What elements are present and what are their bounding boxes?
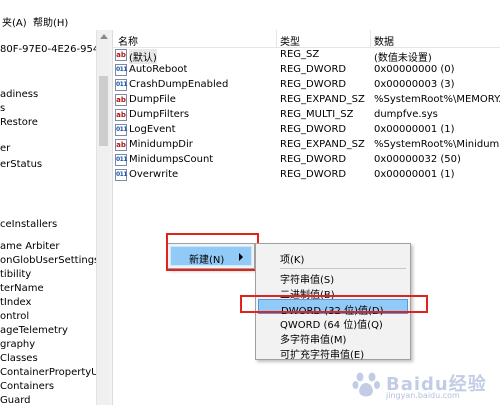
tree-item[interactable]: ContainerPropertyUp [0, 367, 96, 378]
tree-scrollbar[interactable] [96, 30, 110, 405]
value-name: MinidumpsCount [129, 154, 214, 165]
tree-item[interactable]: ceInstallers [0, 219, 57, 230]
baidu-paw-icon [352, 372, 380, 397]
tree-item[interactable]: er [0, 143, 10, 154]
value-row[interactable]: ab DumpFilters REG_MULTI_SZ dumpfve.sys [113, 108, 500, 123]
tree-item[interactable]: tIndex [0, 297, 31, 308]
column-header-type[interactable]: 类型 [280, 33, 300, 48]
value-name: CrashDumpEnabled [129, 79, 229, 90]
value-row[interactable]: 011 AutoReboot REG_DWORD 0x00000000 (0) [113, 63, 500, 78]
submenu-item-multi-string-value[interactable]: 多字符串值(M) [258, 329, 408, 346]
menu-favorites[interactable]: 夹(A) [2, 14, 27, 29]
string-value-icon: ab [115, 49, 127, 61]
scrollbar-thumb[interactable] [99, 76, 108, 146]
tree-item[interactable]: Restore [0, 117, 38, 128]
binary-value-icon: 011 [115, 154, 128, 166]
submenu-item-expandable-string-value[interactable]: 可扩充字符串值(E) [258, 344, 408, 361]
menu-help[interactable]: 帮助(H) [33, 14, 68, 29]
annotation-box [240, 295, 428, 313]
value-row[interactable]: ab DumpFile REG_EXPAND_SZ %SystemRoot%\M… [113, 93, 500, 108]
value-name: DumpFilters [129, 109, 190, 120]
value-type: REG_DWORD [280, 124, 347, 135]
tree-item[interactable]: ageTelemetry [0, 325, 68, 336]
binary-value-icon: 011 [115, 79, 128, 91]
value-type: REG_EXPAND_SZ [280, 139, 365, 150]
value-name: DumpFile [129, 94, 176, 105]
tree-item[interactable]: tibility [0, 269, 31, 280]
value-type: REG_EXPAND_SZ [280, 94, 365, 105]
value-row[interactable]: ab MinidumpDir REG_EXPAND_SZ %SystemRoot… [113, 138, 500, 153]
annotation-box [166, 233, 259, 271]
submenu-item-key[interactable]: 项(K) [258, 249, 408, 266]
column-divider[interactable] [370, 30, 371, 48]
value-data: 0x00000003 (3) [374, 79, 455, 90]
value-data: dumpfve.sys [374, 109, 438, 120]
value-data: 0x00000001 (1) [374, 169, 455, 180]
tree-item[interactable]: s [0, 103, 5, 114]
submenu-item-string-value[interactable]: 字符串值(S) [258, 269, 408, 286]
tree-item[interactable]: Classes [0, 353, 38, 364]
tree-item[interactable]: graphy [0, 339, 35, 350]
value-name: AutoReboot [129, 64, 188, 75]
column-divider[interactable] [276, 30, 277, 48]
scroll-up-arrow-icon[interactable] [100, 34, 108, 39]
binary-value-icon: 011 [115, 169, 128, 181]
value-type: REG_MULTI_SZ [280, 109, 354, 120]
tree-item[interactable]: onGlobUserSettings [0, 255, 96, 266]
value-data: 0x00000000 (0) [374, 64, 455, 75]
tree-item[interactable]: adiness [0, 89, 38, 100]
tree-item[interactable]: erStatus [0, 159, 42, 170]
value-data: 0x00000001 (1) [374, 124, 455, 135]
tree-item[interactable]: terName [0, 283, 44, 294]
submenu-item-label: 项(K) [280, 255, 305, 266]
value-type: REG_SZ [280, 49, 320, 60]
value-type: REG_DWORD [280, 79, 347, 90]
column-header-name[interactable]: 名称 [118, 33, 138, 48]
value-type: REG_DWORD [280, 169, 347, 180]
watermark-url: jingyan.baidu.com [386, 391, 460, 400]
value-name: Overwrite [129, 169, 179, 180]
menu-bar: 夹(A) 帮助(H) [0, 0, 500, 30]
value-data: %SystemRoot%\Minidump [374, 139, 500, 150]
tree-item[interactable]: ame Arbiter [0, 241, 59, 252]
list-header: 名称 类型 数据 [113, 30, 500, 48]
tree-item[interactable]: 80F-97E0-4E26-9543 [0, 44, 96, 55]
string-value-icon: ab [115, 139, 127, 151]
column-header-data[interactable]: 数据 [374, 33, 394, 48]
string-value-icon: ab [115, 94, 127, 106]
value-type: REG_DWORD [280, 154, 347, 165]
value-row-default[interactable]: ab (默认) REG_SZ (数值未设置) [113, 48, 500, 64]
value-row[interactable]: 011 LogEvent REG_DWORD 0x00000001 (1) [113, 123, 500, 138]
value-row[interactable]: 011 CrashDumpEnabled REG_DWORD 0x0000000… [113, 78, 500, 93]
submenu-item-qword-value[interactable]: QWORD (64 位)值(Q) [258, 314, 408, 331]
value-name: MinidumpDir [129, 139, 193, 150]
value-data: (数值未设置) [374, 53, 432, 64]
string-value-icon: ab [115, 109, 127, 121]
value-name: LogEvent [129, 124, 176, 135]
binary-value-icon: 011 [115, 64, 128, 76]
value-data: %SystemRoot%\MEMORY.D [374, 94, 500, 105]
submenu-item-label: 可扩充字符串值(E) [280, 350, 365, 361]
value-type: REG_DWORD [280, 64, 347, 75]
value-row[interactable]: 011 MinidumpsCount REG_DWORD 0x00000032 … [113, 153, 500, 168]
binary-value-icon: 011 [115, 124, 128, 136]
watermark: Baidu经验 jingyan.baidu.com [352, 366, 498, 402]
registry-tree: 80F-97E0-4E26-9543 adiness s Restore er … [0, 30, 96, 405]
value-name: (默认) [129, 49, 157, 64]
tree-item[interactable]: Guard [0, 395, 31, 405]
tree-item[interactable]: Containers [0, 381, 54, 392]
tree-item-selected[interactable]: ontrol [0, 311, 29, 322]
value-data: 0x00000032 (50) [374, 154, 461, 165]
value-row[interactable]: 011 Overwrite REG_DWORD 0x00000001 (1) [113, 168, 500, 183]
